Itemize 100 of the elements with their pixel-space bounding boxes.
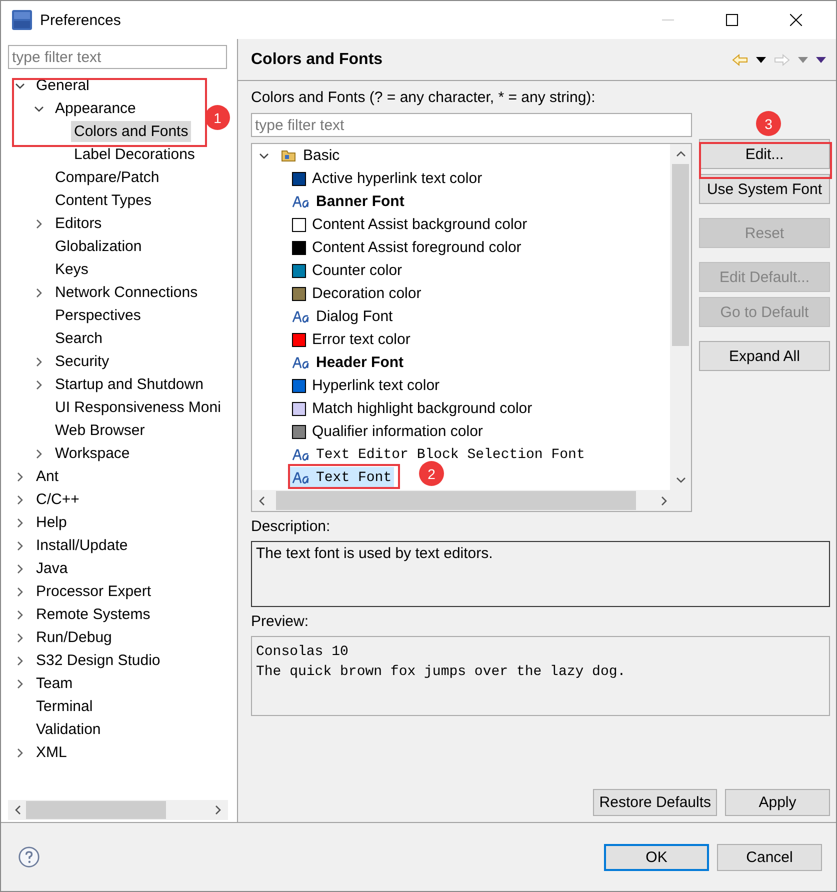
help-icon[interactable] (18, 846, 40, 868)
tree-item[interactable]: Help (33, 512, 70, 533)
tree-item[interactable]: Validation (33, 719, 104, 740)
tree-item[interactable]: Run/Debug (33, 627, 115, 648)
tree-item[interactable]: Startup and Shutdown (52, 374, 206, 395)
tree-item[interactable]: General (33, 75, 92, 96)
list-item[interactable]: Qualifier information color (290, 421, 485, 442)
chevron-right-icon[interactable] (15, 748, 25, 758)
font-icon (292, 448, 310, 460)
tree-item[interactable]: Content Types (52, 190, 154, 211)
chevron-right-icon[interactable] (15, 494, 25, 504)
chevron-right-icon[interactable] (34, 288, 44, 298)
list-item[interactable]: Content Assist foreground color (290, 237, 524, 258)
list-item[interactable]: Dialog Font (290, 306, 395, 327)
tree-item[interactable]: Team (33, 673, 76, 694)
app-icon (12, 10, 32, 30)
description-text: The text font is used by text editors. (256, 545, 493, 562)
menu-icon[interactable] (816, 56, 826, 62)
tree-item[interactable]: C/C++ (33, 489, 82, 510)
tree-item[interactable]: Perspectives (52, 305, 144, 326)
tree-item[interactable]: Ant (33, 466, 62, 487)
chevron-right-icon[interactable] (15, 586, 25, 596)
chevron-right-icon[interactable] (15, 610, 25, 620)
tree-item[interactable]: Network Connections (52, 282, 201, 303)
scrollbar[interactable] (252, 490, 691, 511)
action-button[interactable]: Apply (725, 789, 830, 816)
description-label: Description: (251, 517, 332, 537)
list-item[interactable]: Counter color (290, 260, 404, 281)
chevron-down-icon[interactable] (34, 104, 44, 114)
list-item[interactable]: Header Font (290, 352, 406, 373)
scrollbar[interactable] (670, 144, 691, 490)
tree-item[interactable]: Processor Expert (33, 581, 154, 602)
chevron-right-icon[interactable] (34, 218, 44, 228)
scroll-left-icon[interactable] (14, 805, 22, 815)
window-title: Preferences (40, 12, 121, 28)
chevron-down-icon[interactable] (259, 150, 269, 160)
list-item[interactable]: Error text color (290, 329, 412, 350)
dialog-button[interactable]: OK (604, 844, 709, 870)
chevron-right-icon[interactable] (15, 472, 25, 482)
chevron-right-icon[interactable] (15, 540, 25, 550)
tree-item[interactable]: Compare/Patch (52, 167, 162, 188)
side-button[interactable]: Use System Font (699, 174, 830, 204)
tree-item[interactable]: Editors (52, 213, 105, 234)
scroll-right-icon[interactable] (660, 496, 668, 506)
tree-item[interactable]: Label Decorations (71, 144, 198, 165)
scroll-right-icon[interactable] (214, 805, 222, 815)
chevron-right-icon[interactable] (15, 518, 25, 528)
chevron-right-icon[interactable] (34, 448, 44, 458)
list-item[interactable]: Active hyperlink text color (290, 168, 484, 189)
maximize-icon[interactable] (726, 14, 738, 26)
font-icon (292, 196, 310, 208)
list-item[interactable]: Decoration color (290, 283, 424, 304)
scrollbar[interactable] (8, 800, 228, 820)
tree-item[interactable]: Colors and Fonts (71, 121, 192, 142)
chevron-down-icon[interactable] (15, 80, 25, 90)
side-button[interactable]: Edit... (699, 139, 830, 169)
font-icon (292, 356, 310, 368)
filter-field[interactable]: type filter text (8, 45, 227, 69)
list-item[interactable]: Match highlight background color (290, 398, 534, 419)
close-icon[interactable] (790, 14, 802, 26)
chevron-right-icon[interactable] (15, 564, 25, 574)
scroll-left-icon[interactable] (258, 496, 266, 506)
chevron-right-icon[interactable] (15, 632, 25, 642)
filter-label: Colors and Fonts (? = any character, * = any string): (251, 88, 596, 108)
tree-item[interactable]: Web Browser (52, 420, 148, 441)
font-icon (292, 310, 310, 322)
font-icon (292, 472, 310, 484)
scroll-up-icon[interactable] (676, 150, 686, 158)
list-item[interactable]: Banner Font (290, 191, 406, 212)
preview-text: The quick brown fox jumps over the lazy dog. (256, 663, 626, 682)
tree-item[interactable]: Appearance (52, 98, 139, 119)
side-button[interactable]: Expand All (699, 341, 830, 371)
preview-label: Preview: (251, 612, 310, 632)
tree-item[interactable]: Java (33, 558, 71, 579)
tree-item[interactable]: S32 Design Studio (33, 650, 164, 671)
tree-item[interactable]: Search (52, 328, 106, 349)
list-item[interactable]: Content Assist background color (290, 214, 530, 235)
tree-item[interactable]: Terminal (33, 696, 96, 717)
chevron-right-icon[interactable] (15, 678, 25, 688)
tree-item[interactable]: Security (52, 351, 112, 372)
folder-icon (281, 148, 297, 164)
filter-field[interactable]: type filter text (251, 113, 692, 137)
list-item[interactable]: Hyperlink text color (290, 375, 442, 396)
dropdown-icon[interactable] (756, 56, 766, 62)
tree-item[interactable]: XML (33, 742, 70, 763)
chevron-right-icon[interactable] (15, 656, 25, 666)
tree-item[interactable]: Install/Update (33, 535, 131, 556)
tree-item[interactable]: Remote Systems (33, 604, 154, 625)
chevron-right-icon[interactable] (34, 380, 44, 390)
dialog-button[interactable]: Cancel (717, 844, 822, 870)
chevron-right-icon[interactable] (34, 356, 44, 366)
category-label[interactable]: Basic (303, 147, 340, 164)
tree-item[interactable]: Globalization (52, 236, 145, 257)
list-item[interactable]: Text Font (290, 467, 394, 488)
scroll-down-icon[interactable] (676, 476, 686, 484)
page-title: Colors and Fonts (251, 50, 383, 68)
action-button[interactable]: Restore Defaults (593, 789, 717, 816)
tree-item[interactable]: Keys (52, 259, 92, 280)
tree-item[interactable]: Workspace (52, 443, 133, 464)
tree-item[interactable]: UI Responsiveness Moni (52, 397, 224, 418)
